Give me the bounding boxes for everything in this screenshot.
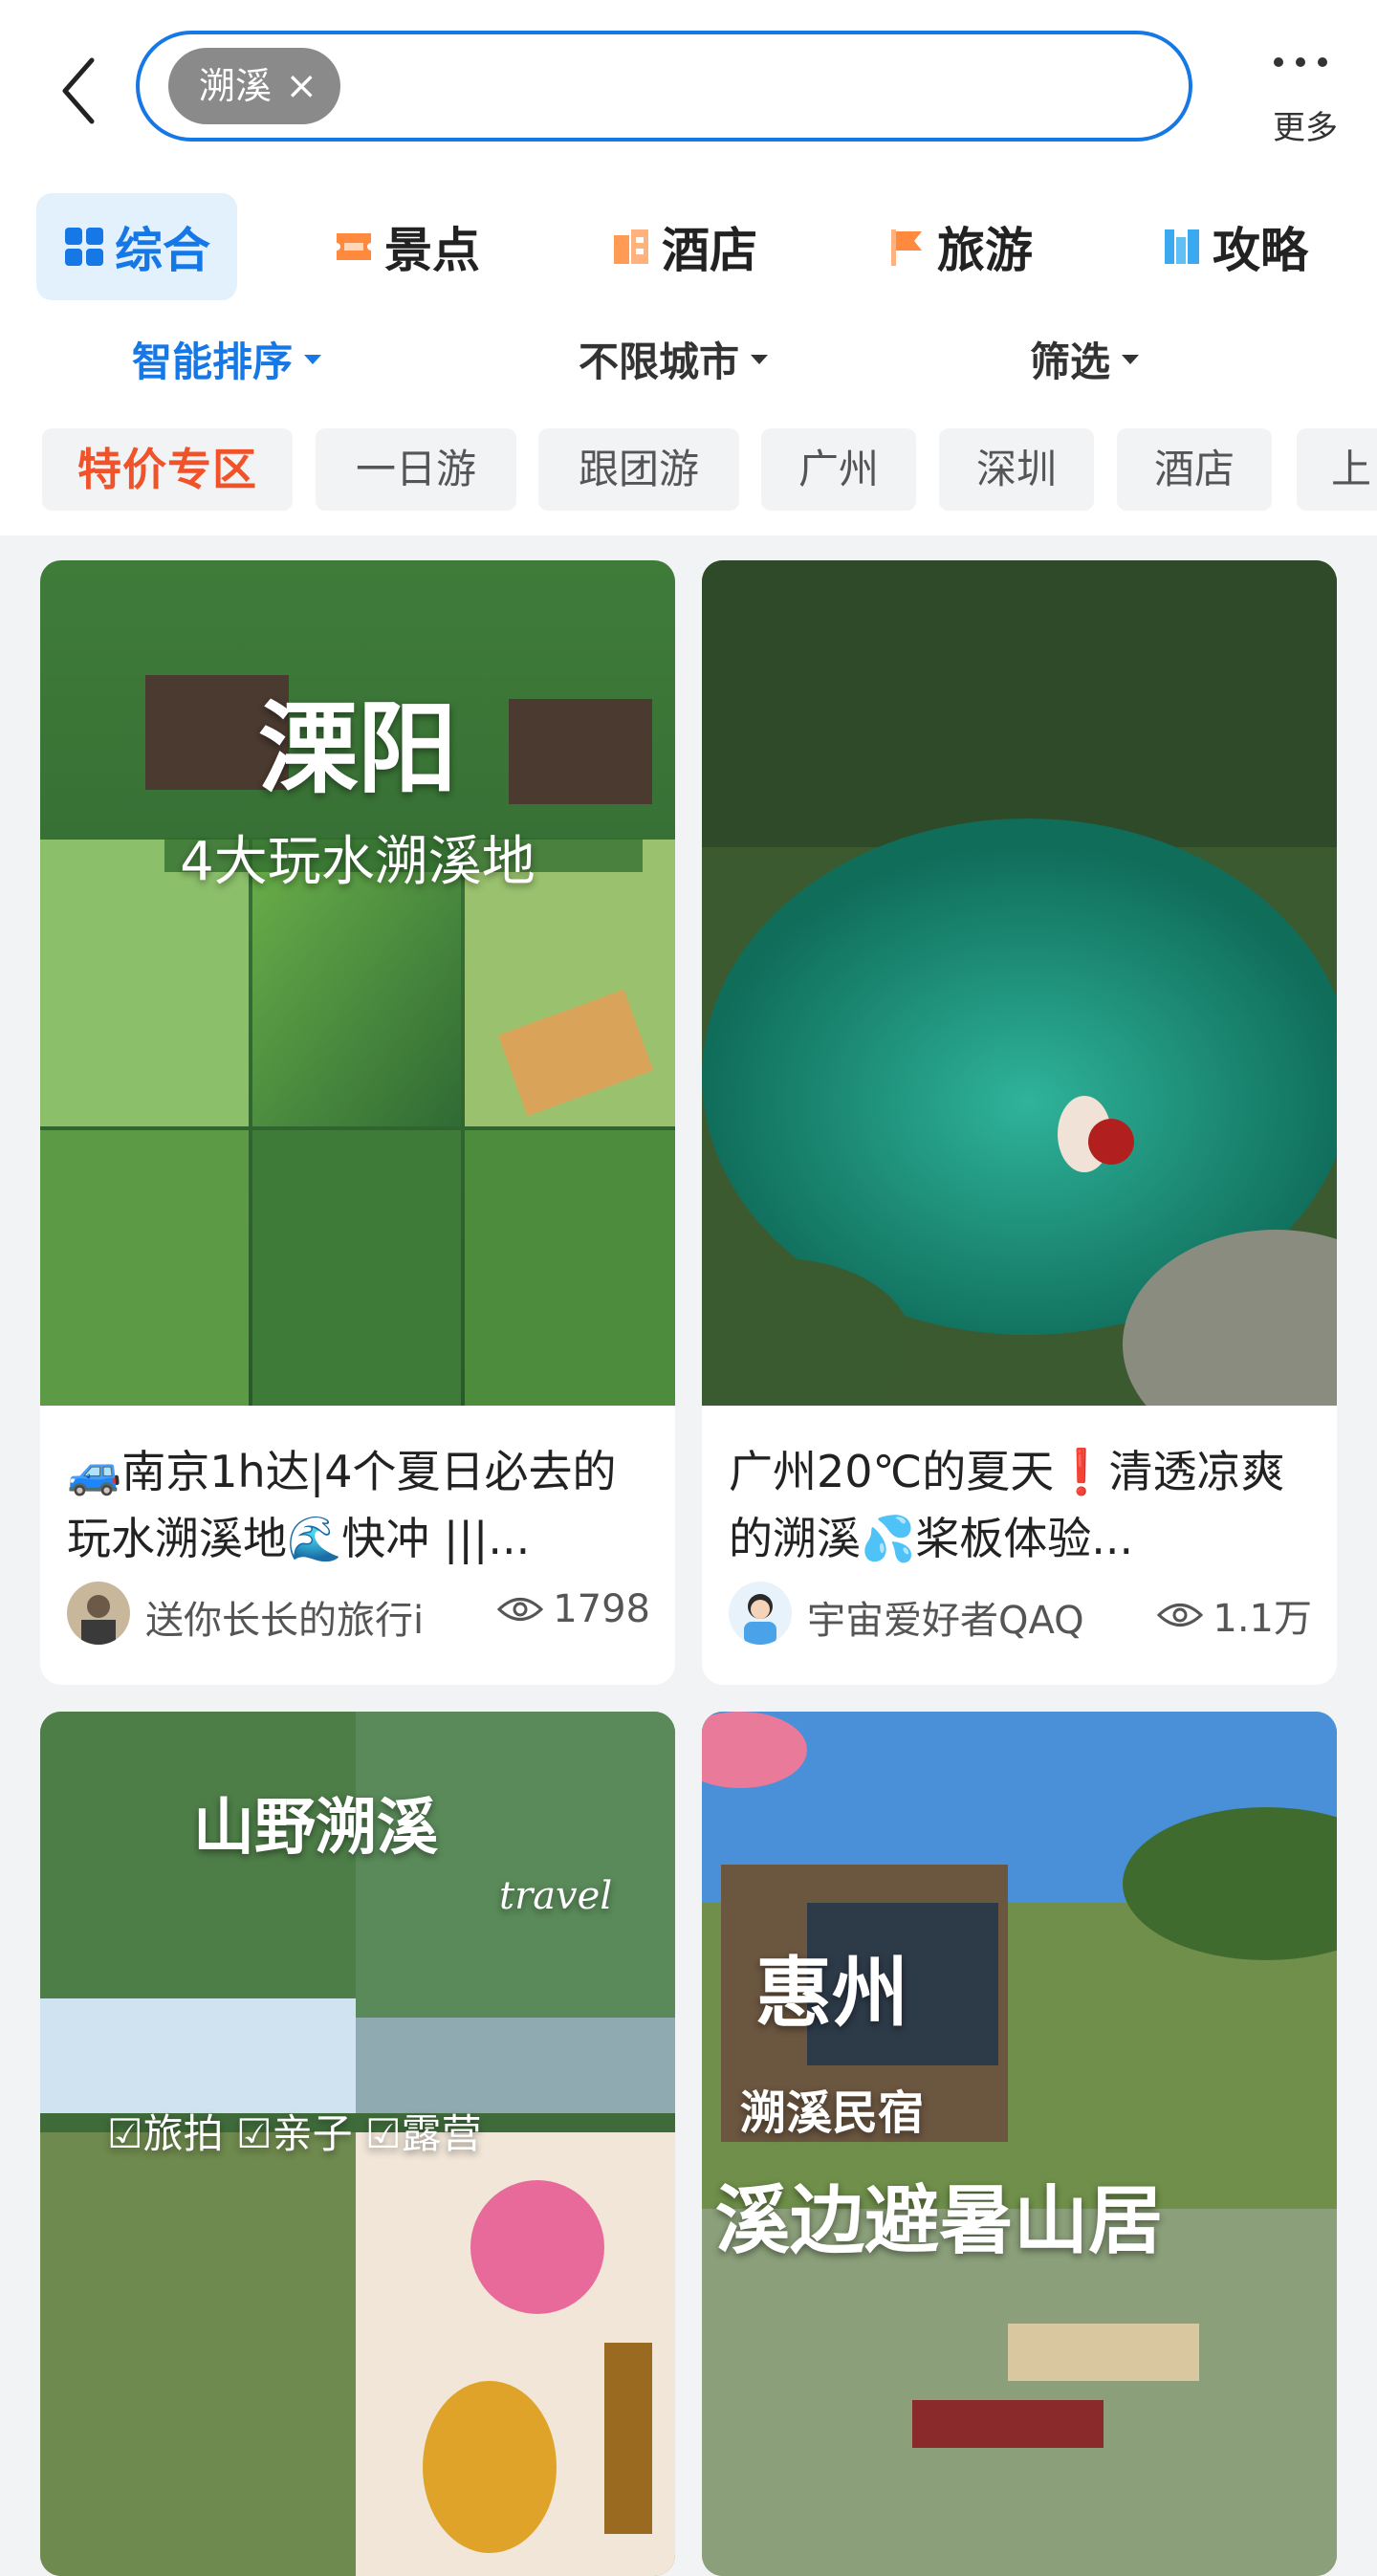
author-name[interactable]: 送你长长的旅行i <box>145 1589 424 1645</box>
grid-icon <box>65 228 103 266</box>
tab-label: 旅游 <box>937 223 1033 278</box>
sort-filter[interactable]: 筛选 <box>1030 330 1140 388</box>
more-button-label[interactable]: 更多 <box>1262 101 1348 148</box>
ticket-icon <box>337 233 371 260</box>
tab-attractions[interactable]: 景点 <box>333 193 480 300</box>
sort-city[interactable]: 不限城市 <box>579 330 769 388</box>
flag-icon <box>891 229 922 266</box>
card-image-subtitle: ☑旅拍 ☑亲子 ☑露营 <box>107 2110 482 2157</box>
sort-label: 筛选 <box>1030 338 1111 385</box>
back-arrow-icon[interactable] <box>55 53 103 129</box>
card-image: 溧阳 4大玩水溯溪地 <box>40 560 675 1406</box>
card-image-extra: 溪边避暑山居 <box>715 2177 1164 2264</box>
avatar[interactable] <box>729 1582 792 1645</box>
filter-chip-special-deals[interactable]: 特价专区 <box>42 428 293 511</box>
note-card[interactable]: 广州20℃的夏天❗清透凉爽的溯溪💦桨板体验... 宇宙爱好者QAQ 1.1万 <box>702 560 1337 1685</box>
filter-chip[interactable]: 深圳 <box>939 428 1094 511</box>
card-image: 山野溯溪 travel ☑旅拍 ☑亲子 ☑露营 <box>40 1712 675 2576</box>
caret-down-icon <box>1122 354 1140 364</box>
card-photo-pool <box>702 560 1337 1406</box>
caret-down-icon <box>304 354 322 364</box>
author-name[interactable]: 宇宙爱好者QAQ <box>807 1589 1084 1645</box>
filter-chip[interactable]: 广州 <box>761 428 916 511</box>
card-photo-riverside <box>702 1712 1337 2576</box>
card-image-title: 山野溯溪 <box>193 1793 438 1864</box>
search-chip-label: 溯溪 <box>199 65 273 107</box>
view-count-value: 1798 <box>553 1587 650 1631</box>
eye-icon <box>1157 1604 1204 1626</box>
more-dots-icon[interactable] <box>1272 55 1329 69</box>
card-image <box>702 560 1337 1406</box>
tab-label: 酒店 <box>662 223 757 278</box>
card-author-row: 宇宙爱好者QAQ 1.1万 <box>729 1582 1312 1648</box>
filter-chip[interactable]: 一日游 <box>316 428 516 511</box>
search-input[interactable]: 溯溪 × <box>136 31 1192 142</box>
view-count-value: 1.1万 <box>1213 1597 1312 1641</box>
note-card[interactable]: 山野溯溪 travel ☑旅拍 ☑亲子 ☑露营 <box>40 1712 675 2576</box>
view-count: 1.1万 <box>1157 1587 1312 1643</box>
tab-all[interactable]: 综合 <box>36 193 237 300</box>
tab-hotels[interactable]: 酒店 <box>610 193 757 300</box>
caret-down-icon <box>751 354 769 364</box>
view-count: 1798 <box>497 1587 650 1631</box>
tab-label: 景点 <box>384 223 480 278</box>
filter-chip[interactable]: 跟团游 <box>538 428 739 511</box>
filter-chip[interactable]: 酒店 <box>1117 428 1272 511</box>
sort-label: 不限城市 <box>579 338 740 385</box>
card-title: 🚙南京1h达|4个夏日必去的玩水溯溪地🌊快冲 |||... <box>67 1446 617 1564</box>
chip-close-icon[interactable]: × <box>285 48 317 124</box>
tab-travel[interactable]: 旅游 <box>885 193 1033 300</box>
card-image-extra: travel <box>499 1874 613 1918</box>
note-card[interactable]: 溧阳 4大玩水溯溪地 🚙南京1h达|4个夏日必去的玩水溯溪地🌊快冲 |||...… <box>40 560 675 1685</box>
note-card[interactable]: 惠州 溯溪民宿 溪边避暑山居 <box>702 1712 1337 2576</box>
search-keyword-chip[interactable]: 溯溪 × <box>168 48 340 124</box>
book-icon <box>1165 229 1199 264</box>
tab-guides[interactable]: 攻略 <box>1161 193 1308 300</box>
sort-label: 智能排序 <box>132 338 294 385</box>
card-image-subtitle: 溯溪民宿 <box>740 2086 925 2140</box>
card-image: 惠州 溯溪民宿 溪边避暑山居 <box>702 1712 1337 2576</box>
tab-label: 攻略 <box>1213 223 1308 278</box>
card-image-title: 惠州 <box>755 1948 908 2038</box>
tab-label: 综合 <box>115 223 210 278</box>
avatar[interactable] <box>67 1582 130 1645</box>
card-title: 广州20℃的夏天❗清透凉爽的溯溪💦桨板体验... <box>729 1446 1285 1564</box>
filter-chip[interactable]: 上 <box>1297 428 1377 511</box>
eye-icon <box>497 1598 544 1621</box>
card-image-subtitle: 4大玩水溯溪地 <box>180 831 536 893</box>
hotel-icon <box>614 229 648 264</box>
sort-smart[interactable]: 智能排序 <box>132 330 322 388</box>
card-image-title: 溧阳 <box>257 689 457 807</box>
card-author-row: 送你长长的旅行i 1798 <box>67 1582 650 1648</box>
top-bar: 溯溪 × 更多 综合 景点 酒店 旅游 攻略 智能排序 不限城市 筛选 特价专区… <box>0 0 1377 535</box>
